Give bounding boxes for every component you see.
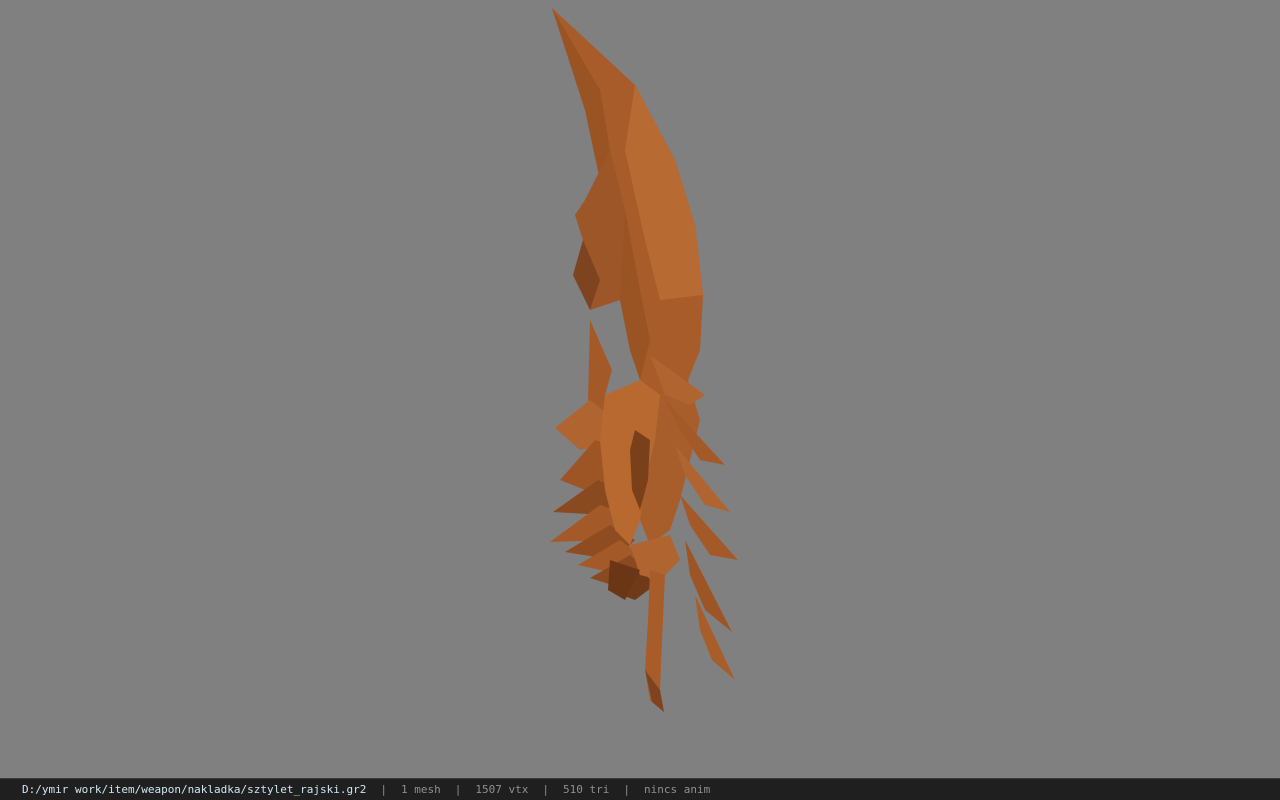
anim-status: nincs anim [643, 783, 711, 796]
mesh-count: 1 mesh [401, 783, 441, 796]
separator: | [623, 783, 630, 796]
3d-viewport[interactable] [0, 0, 1280, 778]
separator: | [380, 783, 387, 796]
dagger-blade-mesh [550, 8, 738, 712]
dagger-model-render [550, 8, 738, 712]
status-bar: D:/ymir work/item/weapon/nakladka/sztyle… [0, 778, 1280, 800]
triangle-count: 510 tri [562, 783, 610, 796]
separator: | [454, 783, 462, 796]
vertex-count: 1507 vtx [475, 783, 529, 796]
separator: | [542, 783, 549, 796]
file-path-label: D:/ymir work/item/weapon/nakladka/sztyle… [22, 783, 367, 796]
